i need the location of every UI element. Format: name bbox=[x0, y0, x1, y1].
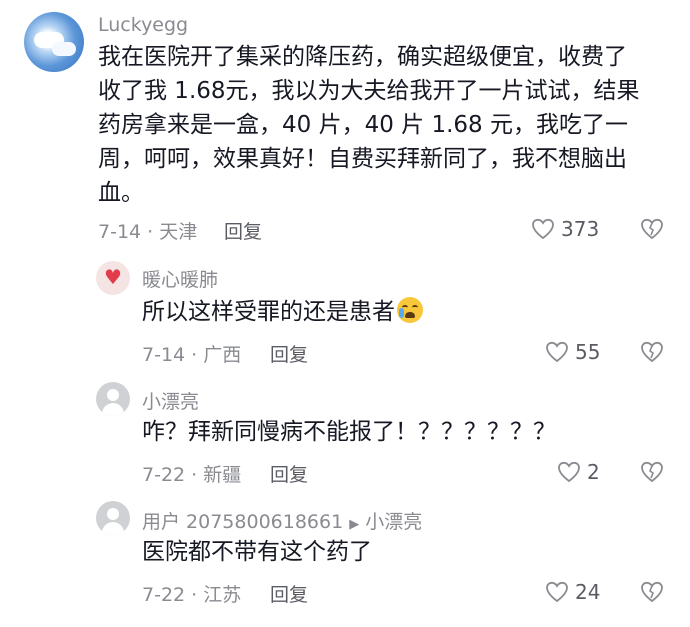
like-button[interactable]: 2 bbox=[557, 460, 600, 484]
comment-location: 广西 bbox=[203, 344, 242, 366]
comment-meta: 7-22 · 新疆 bbox=[142, 464, 242, 486]
username[interactable]: 小漂亮 bbox=[142, 387, 199, 414]
username-line: 用户 2075800618661 ▶ 小漂亮 bbox=[142, 507, 422, 534]
comment-meta: 7-14 · 天津 bbox=[98, 221, 198, 243]
avatar[interactable]: ♥ bbox=[96, 261, 130, 295]
dislike-button[interactable] bbox=[640, 461, 664, 487]
play-triangle-icon: ▶ bbox=[349, 517, 360, 532]
like-count: 55 bbox=[575, 340, 601, 364]
comment-location: 天津 bbox=[159, 221, 198, 243]
avatar[interactable] bbox=[24, 12, 84, 72]
like-count: 24 bbox=[575, 580, 601, 604]
comment-text: 我在医院开了集采的降压药，确实超级便宜，收费了 收了我 1.68元，我以为大夫给… bbox=[98, 44, 640, 206]
loudly-crying-face-icon bbox=[397, 297, 423, 323]
like-count: 2 bbox=[587, 460, 600, 484]
reply-button[interactable]: 回复 bbox=[270, 460, 308, 487]
like-count: 373 bbox=[561, 217, 600, 241]
comment-meta: 7-14 · 广西 bbox=[142, 344, 242, 366]
dislike-button[interactable] bbox=[640, 218, 664, 244]
username[interactable]: 用户 2075800618661 bbox=[142, 511, 343, 533]
broken-heart-icon bbox=[641, 581, 663, 603]
heart-avatar-icon: ♥ bbox=[104, 265, 122, 289]
broken-heart-icon bbox=[641, 218, 663, 240]
broken-heart-icon bbox=[641, 341, 663, 363]
comment-date: 7-14 bbox=[142, 344, 186, 366]
comment-meta: 7-22 · 江苏 bbox=[142, 584, 242, 606]
reply-button[interactable]: 回复 bbox=[270, 580, 308, 607]
reply-button[interactable]: 回复 bbox=[224, 217, 262, 244]
like-button[interactable]: 24 bbox=[545, 580, 600, 604]
like-button[interactable]: 373 bbox=[531, 217, 599, 241]
comment-text: 所以这样受罪的还是患者 bbox=[142, 295, 423, 329]
heart-outline-icon bbox=[546, 341, 568, 363]
heart-outline-icon bbox=[546, 581, 568, 603]
avatar[interactable] bbox=[96, 501, 130, 535]
dislike-button[interactable] bbox=[640, 341, 664, 367]
like-button[interactable]: 55 bbox=[545, 340, 600, 364]
comment-location: 江苏 bbox=[203, 584, 242, 606]
username[interactable]: Luckyegg bbox=[98, 14, 188, 36]
comment-date: 7-22 bbox=[142, 584, 186, 606]
reply-button[interactable]: 回复 bbox=[270, 340, 308, 367]
comment-location: 新疆 bbox=[203, 464, 242, 486]
heart-outline-icon bbox=[558, 461, 580, 483]
broken-heart-icon bbox=[641, 461, 663, 483]
username[interactable]: 暖心暖肺 bbox=[142, 265, 218, 292]
reply-to-username[interactable]: 小漂亮 bbox=[365, 511, 422, 533]
comment-text: 医院都不带有这个药了 bbox=[142, 539, 372, 565]
comment-date: 7-22 bbox=[142, 464, 186, 486]
heart-outline-icon bbox=[532, 218, 554, 240]
avatar[interactable] bbox=[96, 382, 130, 416]
comment-text: 咋？拜新同慢病不能报了！？？？？？？ bbox=[142, 419, 556, 445]
comment-date: 7-14 bbox=[98, 221, 142, 243]
dislike-button[interactable] bbox=[640, 581, 664, 607]
